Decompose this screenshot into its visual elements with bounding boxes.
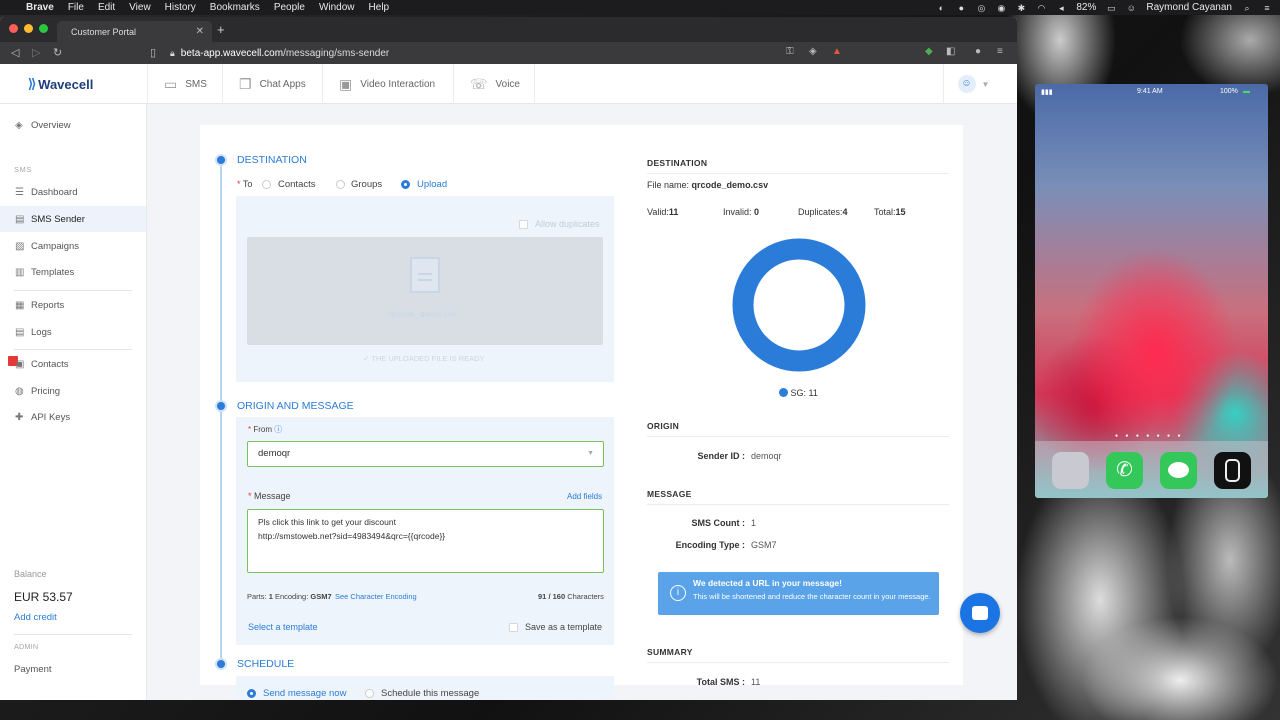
step-dot-destination [215, 154, 227, 166]
signal-icon: ▮▮▮ [1041, 89, 1053, 96]
phone-time: 9:41 AM [1137, 88, 1163, 95]
total-sms-value: 11 [751, 677, 761, 687]
schedule-label[interactable]: Schedule this message [381, 688, 479, 699]
add-fields-link[interactable]: Add fields [567, 492, 602, 501]
legend-dot-icon [779, 388, 788, 397]
summary-destination-heading: DESTINATION [647, 158, 708, 168]
encoding-type-value: GSM7 [751, 540, 777, 550]
legend-label: SG: 11 [790, 388, 818, 398]
notification-center-icon[interactable]: ≡ [1262, 3, 1272, 13]
total-count: Total:15 [874, 207, 906, 217]
info-icon: i [670, 585, 686, 601]
info-icon: ⓘ [274, 425, 283, 434]
url-detected-alert: i We detected a URL in your message! Thi… [658, 572, 939, 615]
file-name-info: File name: qrcode_demo.csv [647, 180, 769, 190]
parts-encoding-info: Parts: 1 Encoding: GSM7 [247, 592, 332, 601]
page-dots-icon: ● ● ● ● ● ● ● [1115, 433, 1184, 439]
select-template-link[interactable]: Select a template [248, 622, 318, 632]
radio-groups[interactable] [336, 180, 345, 189]
sms-count-key: SMS Count : [691, 518, 746, 528]
message-textarea[interactable]: Pls click this link to get your discount… [247, 509, 604, 573]
sender-id-summary-value: demoqr [751, 451, 782, 461]
message-line-1: Pls click this link to get your discount [258, 517, 396, 527]
radio-contacts[interactable] [262, 180, 271, 189]
allow-duplicates-label: Allow duplicates [535, 219, 600, 229]
watch-app-icon[interactable] [1214, 452, 1251, 489]
see-character-encoding-link[interactable]: See Character Encoding [335, 592, 417, 601]
phone-battery-icon: ▬ [1243, 88, 1250, 95]
divider [647, 173, 949, 174]
radio-schedule[interactable] [365, 689, 374, 698]
step-title-destination: DESTINATION [237, 154, 307, 166]
uploaded-filename: qrcode_demo.csv [389, 309, 457, 319]
valid-count: Valid:11 [647, 207, 679, 217]
check-icon: ✓ [363, 354, 372, 363]
to-label: * To [237, 179, 253, 189]
chat-support-button[interactable] [960, 593, 1000, 633]
phone-battery: 100% [1220, 88, 1238, 95]
sender-id-value: demoqr [258, 448, 291, 459]
divider [647, 504, 949, 505]
send-now-label[interactable]: Send message now [263, 688, 346, 699]
radio-send-now[interactable] [247, 689, 256, 698]
step-title-schedule: SCHEDULE [237, 658, 295, 670]
iphone-mirror-window: ▮▮▮ 9:41 AM 100% ▬ ● ● ● ● ● ● ● ✆ [1035, 84, 1268, 498]
form-area: DESTINATION * To Contacts Groups Upload … [0, 0, 1017, 700]
message-label: * Message [248, 491, 291, 501]
sender-id-key: Sender ID : [697, 451, 745, 461]
user-icon: ☺ [1126, 2, 1136, 13]
sms-count-value: 1 [751, 518, 757, 528]
divider [647, 662, 949, 663]
radio-upload-label[interactable]: Upload [417, 179, 447, 190]
messages-app-icon[interactable] [1160, 452, 1197, 489]
app-folder-icon[interactable] [1052, 452, 1089, 489]
duplicates-count: Duplicates:4 [798, 207, 848, 217]
chat-bubble-icon [972, 606, 988, 620]
encoding-type-key: Encoding Type : [675, 540, 745, 550]
save-template-label[interactable]: Save as a template [525, 622, 602, 632]
bluetooth-icon[interactable]: ✱ [1016, 3, 1026, 13]
step-dot-origin [215, 400, 227, 412]
volume-icon[interactable]: ◂ [1056, 3, 1066, 13]
radio-upload[interactable] [401, 180, 410, 189]
character-counter: 91 / 160 Characters [538, 592, 604, 601]
battery-icon: ▭ [1107, 2, 1116, 13]
step-line [220, 411, 222, 661]
donut-slice-sg [732, 238, 866, 372]
chart-legend: SG: 11 [779, 388, 818, 398]
upload-ready-status: ✓ THE UPLOADED FILE IS READY [363, 354, 485, 363]
from-label: * From ⓘ [248, 425, 283, 434]
allow-duplicates-checkbox[interactable] [519, 220, 528, 229]
alert-body: This will be shortened and reduce the ch… [693, 592, 931, 601]
destination-donut-chart [732, 238, 866, 372]
phone-status-bar: ▮▮▮ 9:41 AM 100% ▬ [1035, 88, 1268, 98]
battery-percent[interactable]: 82% [1076, 2, 1096, 13]
radio-contacts-label[interactable]: Contacts [278, 179, 316, 190]
file-icon [410, 257, 440, 293]
summary-origin-heading: ORIGIN [647, 421, 680, 431]
phone-app-icon[interactable]: ✆ [1106, 452, 1143, 489]
summary-message-heading: MESSAGE [647, 489, 692, 499]
alert-title: We detected a URL in your message! [693, 578, 842, 588]
radio-groups-label[interactable]: Groups [351, 179, 382, 190]
menubar-user[interactable]: Raymond Cayanan [1146, 2, 1232, 13]
save-template-checkbox[interactable] [509, 623, 518, 632]
summary-heading: SUMMARY [647, 647, 693, 657]
wifi-icon[interactable]: ◠ [1036, 3, 1046, 13]
message-line-2: http://smstoweb.net?sid=4983494&qrc={{qr… [258, 531, 446, 541]
step-line [220, 165, 222, 405]
step-dot-schedule [215, 658, 227, 670]
divider [647, 436, 949, 437]
total-sms-key: Total SMS : [696, 677, 745, 687]
spotlight-icon[interactable]: ⌕ [1242, 3, 1252, 13]
step-title-origin: ORIGIN AND MESSAGE [237, 400, 354, 412]
chevron-down-icon: ▼ [587, 450, 594, 457]
invalid-count: Invalid: 0 [723, 207, 760, 217]
sender-id-select[interactable]: demoqr ▼ [247, 441, 604, 467]
